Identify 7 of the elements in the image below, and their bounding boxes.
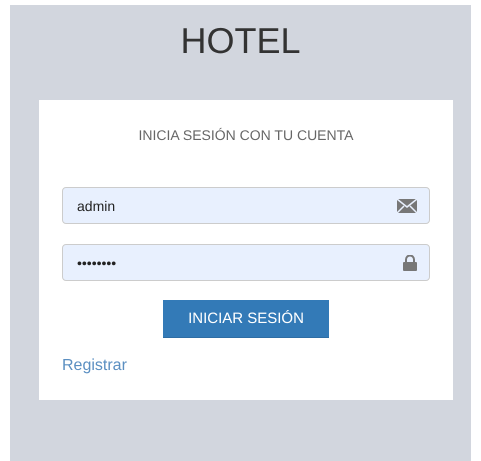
envelope-icon <box>397 198 417 212</box>
login-button[interactable]: INICIAR SESIÓN <box>163 300 329 338</box>
page-title: HOTEL <box>179 20 302 63</box>
lock-icon <box>403 254 417 270</box>
password-field[interactable]: •••••••• <box>62 244 430 281</box>
form-heading: INICIA SESIÓN CON TU CUENTA <box>138 127 354 143</box>
username-field[interactable]: admin <box>62 187 430 224</box>
